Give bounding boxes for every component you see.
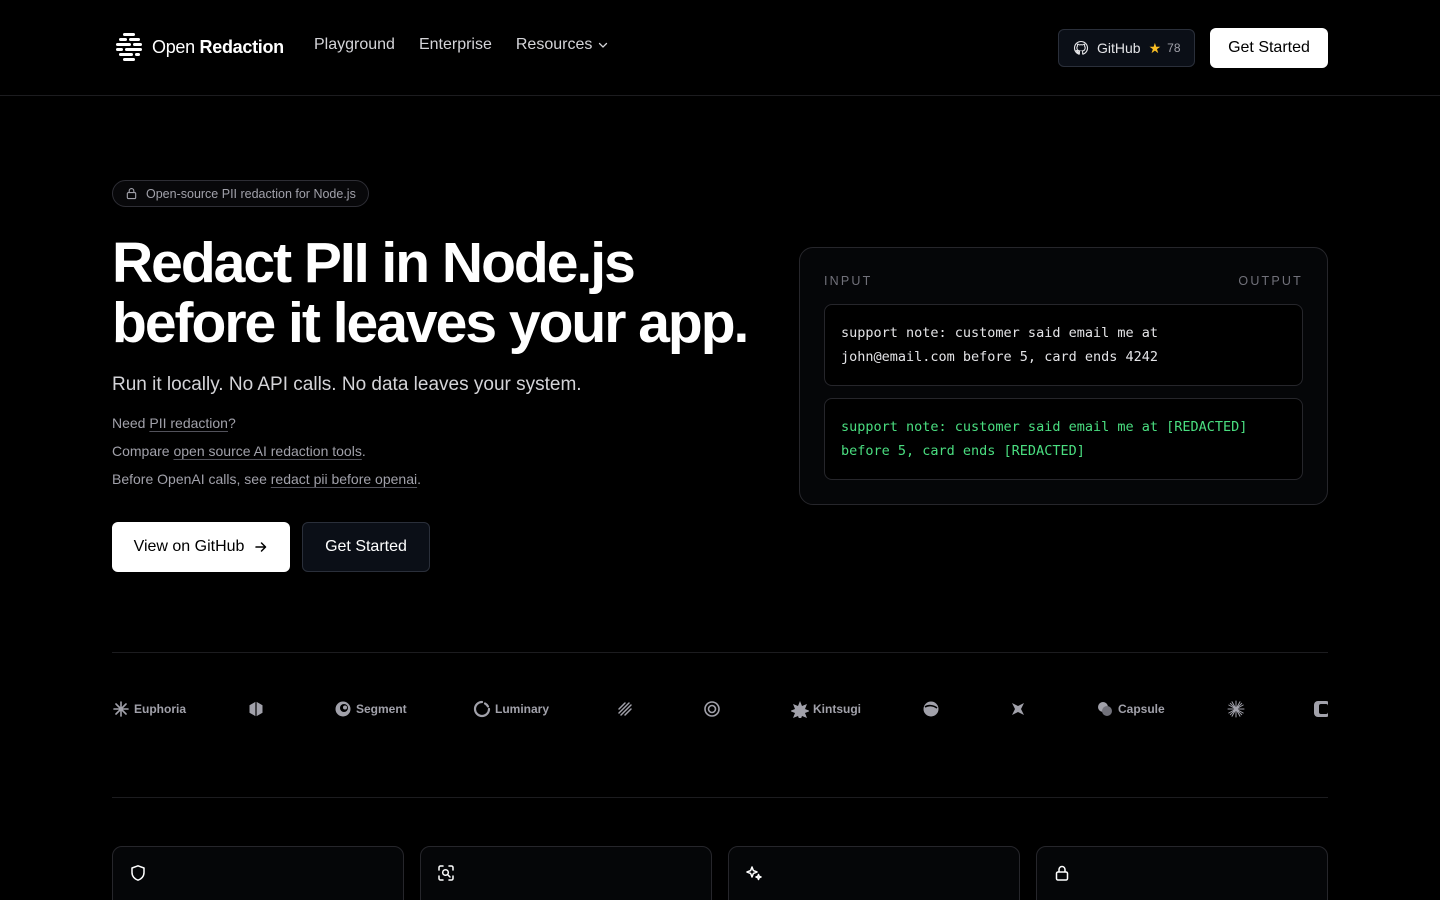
- logo-euphoria: Euphoria: [112, 695, 186, 723]
- nav-link-resources-label: Resources: [515, 36, 593, 53]
- pii-redaction-link[interactable]: PII redaction: [149, 415, 228, 431]
- feature-card-4: [1036, 846, 1328, 900]
- logo-stripes: [616, 695, 634, 723]
- hero-badge-text: Open-source PII redaction for Node.js: [146, 186, 356, 201]
- hero-title: Redact PII in Node.js before it leaves y…: [112, 233, 792, 353]
- open-source-ai-redaction-tools-link[interactable]: open source AI redaction tools: [173, 443, 361, 459]
- brand-name-redaction: Redaction: [199, 36, 285, 57]
- burst-logo-icon: [1227, 700, 1245, 718]
- lock-icon: [1055, 865, 1069, 881]
- brand-name: Open Redaction: [152, 37, 284, 58]
- logo-kintsugi-name: Kintsugi: [813, 702, 861, 716]
- github-star-count: 78: [1167, 41, 1181, 55]
- sparkles-icon: [746, 866, 762, 881]
- hero-line-need: Need PII redaction?: [112, 415, 236, 431]
- euphoria-logo-icon: [113, 701, 129, 717]
- logo-euphoria-name: Euphoria: [134, 702, 187, 716]
- hero-subtitle: Run it locally. No API calls. No data le…: [112, 374, 582, 395]
- logo-segment-name: Segment: [356, 702, 407, 716]
- section-divider-2: [112, 797, 1328, 798]
- nav-link-playground[interactable]: Playground: [314, 36, 395, 54]
- top-nav: Open Redaction Playground Enterprise Res…: [0, 0, 1440, 96]
- hero-badge: Open-source PII redaction for Node.js: [112, 180, 369, 207]
- brand-logo[interactable]: Open Redaction: [114, 31, 284, 63]
- hero-line-need-prefix: Need: [112, 415, 150, 431]
- star-box-logo-icon: [1012, 703, 1024, 715]
- segment-logo-icon: [335, 701, 351, 717]
- nav-links: Playground Enterprise Resources: [314, 36, 608, 54]
- star-icon: ★: [1148, 39, 1162, 56]
- github-label: GitHub: [1097, 40, 1141, 56]
- hero-line-openai-prefix: Before OpenAI calls, see: [112, 471, 271, 487]
- hero-line-need-suffix: ?: [227, 415, 236, 431]
- demo-input-code: support note: customer said email me at …: [824, 304, 1303, 386]
- hexagon-logo-icon: [249, 701, 263, 717]
- logo-capsule: Capsule: [1096, 695, 1165, 723]
- github-icon: [1073, 40, 1089, 55]
- logo-hex: [247, 695, 265, 723]
- stripes-logo-icon: [618, 702, 632, 716]
- nav-link-enterprise[interactable]: Enterprise: [419, 36, 492, 54]
- brand-logo-icon: [116, 33, 142, 61]
- demo-input-line1: support note: customer said email me at: [841, 325, 1158, 341]
- redaction-demo-card: INPUT OUTPUT support note: customer said…: [799, 247, 1328, 505]
- github-stars-button[interactable]: GitHub ★ 78: [1058, 29, 1195, 67]
- demo-output-line2: before 5, card ends [REDACTED]: [841, 443, 1085, 459]
- luminary-logo-icon: [473, 700, 491, 718]
- feature-card-1: [112, 846, 404, 900]
- ring-logo-icon: [704, 701, 720, 717]
- capsule-logo-icon: [1098, 702, 1112, 716]
- demo-output-code: support note: customer said email me at …: [824, 398, 1303, 480]
- hero-line-compare-suffix: .: [361, 443, 366, 459]
- logo-kintsugi: Kintsugi: [791, 695, 861, 723]
- section-divider: [112, 652, 1328, 653]
- nav-get-started-button[interactable]: Get Started: [1210, 28, 1328, 68]
- hero-line-compare: Compare open source AI redaction tools.: [112, 443, 366, 459]
- orb-logo-icon: [923, 701, 939, 717]
- demo-output-label: OUTPUT: [1238, 274, 1303, 288]
- logo-ring: [703, 695, 721, 723]
- hero-get-started-button[interactable]: Get Started: [302, 522, 430, 572]
- scan-icon: [438, 865, 454, 881]
- feature-card-3: [728, 846, 1020, 900]
- demo-output-line1: support note: customer said email me at …: [841, 419, 1248, 435]
- hero-title-line2: before it leaves your app.: [112, 291, 749, 355]
- logo-burst: [1227, 695, 1245, 723]
- view-on-github-label: View on GitHub: [133, 538, 245, 555]
- hero-title-line1: Redact PII in Node.js: [112, 231, 636, 295]
- logo-luminary-name: Luminary: [495, 702, 550, 716]
- feature-card-2: [420, 846, 712, 900]
- logo-luminary: Luminary: [473, 695, 549, 723]
- chevron-down-icon: [599, 42, 608, 48]
- demo-input-label: INPUT: [824, 274, 873, 288]
- logo-partial: [1313, 695, 1328, 723]
- lock-icon: [126, 188, 137, 200]
- logo-orb: [922, 695, 940, 723]
- brand-name-open: Open: [152, 36, 195, 57]
- customer-logo-strip: Euphoria Segment Luminary Kintsugi Capsu…: [112, 695, 1328, 723]
- hero-line-compare-prefix: Compare: [112, 443, 174, 459]
- logo-star-box: [1009, 695, 1027, 723]
- hero-line-openai-suffix: .: [417, 471, 421, 487]
- logo-capsule-name: Capsule: [1118, 702, 1165, 716]
- view-on-github-button[interactable]: View on GitHub: [112, 522, 290, 572]
- redact-pii-before-openai-link[interactable]: redact pii before openai: [271, 471, 417, 487]
- arrow-right-icon: [255, 542, 267, 552]
- hero-line-openai: Before OpenAI calls, see redact pii befo…: [112, 471, 421, 487]
- demo-input-line2: john@email.com before 5, card ends 4242: [841, 349, 1158, 365]
- shield-icon: [131, 865, 145, 881]
- logo-segment: Segment: [334, 695, 407, 723]
- nav-link-resources[interactable]: Resources: [516, 36, 608, 54]
- kintsugi-logo-icon: [791, 701, 809, 718]
- partial-logo-icon: [1314, 701, 1328, 717]
